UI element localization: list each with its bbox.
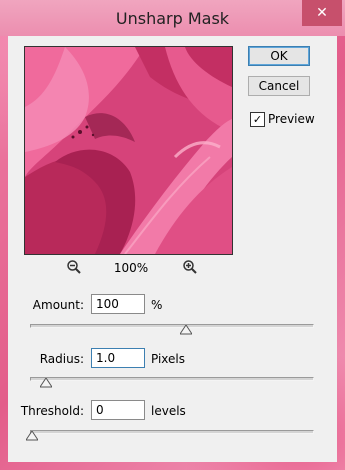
amount-unit: % bbox=[151, 298, 163, 312]
rose-preview-graphic bbox=[25, 47, 232, 254]
amount-label: Amount: bbox=[32, 298, 84, 312]
preview-checkbox[interactable]: ✓ bbox=[250, 112, 265, 127]
preview-label: Preview bbox=[268, 112, 315, 126]
cancel-button[interactable]: Cancel bbox=[248, 76, 310, 96]
amount-slider[interactable] bbox=[30, 324, 314, 328]
radius-field[interactable]: 1.0 bbox=[91, 348, 145, 368]
amount-field[interactable]: 100 bbox=[91, 294, 145, 314]
preview-image[interactable] bbox=[24, 46, 233, 255]
threshold-field[interactable]: 0 bbox=[91, 400, 145, 420]
threshold-slider-thumb[interactable] bbox=[26, 431, 38, 441]
close-button[interactable]: ✕ bbox=[302, 0, 342, 26]
unsharp-mask-dialog: Unsharp Mask ✕ 100% OK Cancel ✓ Preview … bbox=[0, 0, 345, 470]
amount-slider-thumb[interactable] bbox=[180, 325, 192, 335]
dialog-client-area: 100% OK Cancel ✓ Preview Amount: 100 % R… bbox=[8, 36, 337, 462]
radius-unit: Pixels bbox=[151, 352, 186, 366]
window-title: Unsharp Mask bbox=[115, 9, 230, 28]
threshold-slider[interactable] bbox=[30, 430, 314, 434]
zoom-in-icon[interactable] bbox=[182, 259, 198, 275]
zoom-out-icon[interactable] bbox=[66, 259, 82, 275]
ok-button[interactable]: OK bbox=[248, 46, 310, 66]
zoom-controls: 100% bbox=[66, 259, 198, 277]
zoom-level: 100% bbox=[113, 261, 149, 275]
radius-label: Radius: bbox=[39, 352, 84, 366]
title-bar[interactable]: Unsharp Mask ✕ bbox=[0, 0, 345, 36]
radius-slider[interactable] bbox=[30, 377, 314, 381]
radius-slider-thumb[interactable] bbox=[40, 378, 52, 388]
threshold-unit: levels bbox=[151, 404, 186, 418]
threshold-label: Threshold: bbox=[20, 404, 84, 418]
